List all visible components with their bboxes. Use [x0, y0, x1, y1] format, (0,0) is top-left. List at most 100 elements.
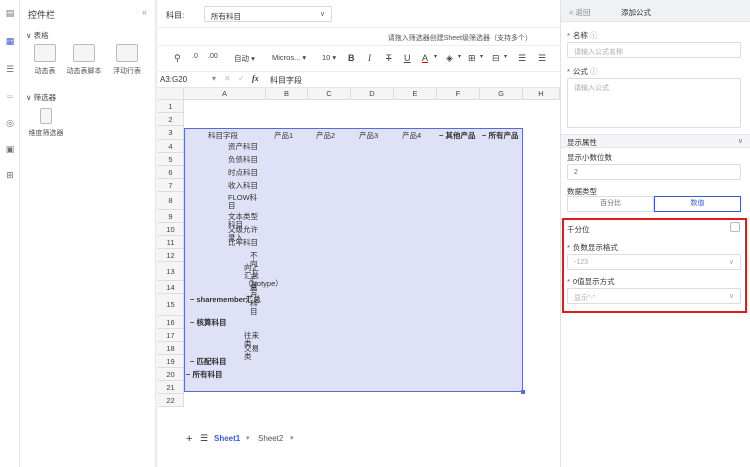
decimal-decrease-icon[interactable]: .00 — [208, 53, 218, 60]
add-sheet-button[interactable]: + — [186, 433, 192, 445]
chevron-down-icon[interactable]: ▾ — [434, 53, 437, 60]
font-family-select[interactable]: Micros... ▾ — [272, 53, 306, 62]
row-header[interactable]: 16 — [158, 316, 184, 329]
fill-handle[interactable] — [521, 390, 525, 394]
row-header[interactable]: 14 — [158, 281, 184, 294]
cell-e3[interactable]: 产品4 — [402, 130, 421, 141]
chevron-down-icon[interactable]: ▾ — [504, 53, 507, 60]
row-header[interactable]: 9 — [158, 210, 184, 223]
row-header[interactable]: 10 — [158, 223, 184, 236]
collapse-icon[interactable]: « — [142, 7, 147, 17]
code-icon[interactable]: ▭ — [5, 92, 15, 102]
tab-sheet1[interactable]: Sheet1 — [214, 434, 240, 443]
tree-icon[interactable]: ⊞ — [5, 170, 15, 180]
row-header[interactable]: 6 — [158, 166, 184, 179]
decimal-increase-icon[interactable]: .0 — [192, 53, 198, 60]
row-header[interactable]: 8 — [158, 192, 184, 210]
row-header[interactable]: 12 — [158, 249, 184, 262]
row-header[interactable]: 1 — [158, 100, 184, 113]
cell-a8[interactable]: FLOW科目 — [228, 194, 264, 210]
widget-dimension-filter[interactable]: 维度筛选器 — [26, 108, 66, 138]
grid-icon[interactable]: ▦ — [5, 36, 15, 46]
chevron-down-icon[interactable]: ▾ — [212, 74, 216, 83]
row-header[interactable]: 5 — [158, 153, 184, 166]
row-header[interactable]: 7 — [158, 179, 184, 192]
column-header[interactable]: C — [308, 88, 351, 100]
cell-a11[interactable]: 比率科目 — [228, 239, 258, 247]
column-header[interactable]: E — [394, 88, 437, 100]
cell-a4[interactable]: 资产科目 — [228, 143, 258, 151]
bold-button[interactable]: B — [348, 53, 355, 63]
widget-float-row[interactable]: 浮动行表 — [108, 44, 146, 76]
format-painter-icon[interactable]: ⚲ — [174, 53, 181, 64]
confirm-icon[interactable]: ✓ — [238, 74, 245, 83]
strike-button[interactable]: T — [386, 53, 392, 63]
chevron-down-icon[interactable]: ▾ — [458, 53, 461, 60]
chevron-down-icon[interactable]: ▾ — [246, 434, 250, 442]
column-header[interactable]: H — [523, 88, 560, 100]
borders-icon[interactable]: ⊞ — [468, 53, 476, 64]
chevron-down-icon[interactable]: ▾ — [290, 434, 294, 442]
settings-icon[interactable]: ◎ — [5, 118, 15, 128]
widget-dynamic-script[interactable]: 动态表脚本 — [64, 44, 104, 76]
formula-textarea[interactable]: 请输入公式 — [567, 78, 741, 128]
row-header[interactable]: 22 — [158, 394, 184, 407]
cell-a18[interactable]: 交易类 — [244, 345, 264, 361]
cell-a5[interactable]: 负债科目 — [228, 156, 258, 164]
cell-d3[interactable]: 产品3 — [359, 130, 378, 141]
table-icon[interactable]: ▤ — [5, 8, 15, 18]
merge-icon[interactable]: ⊟ — [492, 53, 500, 64]
cell-g3[interactable]: − 所有产品 — [482, 130, 518, 141]
decimals-input[interactable]: 2 — [567, 164, 741, 180]
fill-color-icon[interactable]: ◈ — [446, 53, 453, 64]
cell-c3[interactable]: 产品2 — [316, 130, 335, 141]
display-section-header[interactable]: 显示属性 ∨ — [561, 134, 750, 148]
tab-sheet2[interactable]: Sheet2 — [258, 434, 283, 443]
cell-a16[interactable]: − 核算科目 — [190, 319, 226, 327]
name-input[interactable]: 请输入公式名称 — [567, 42, 741, 58]
row-header[interactable]: 19 — [158, 355, 184, 368]
cell-f3[interactable]: − 其他产品 — [439, 130, 475, 141]
underline-button[interactable]: U — [404, 53, 411, 63]
cell-a7[interactable]: 收入科目 — [228, 182, 258, 190]
row-header[interactable]: 3 — [158, 126, 184, 140]
row-header[interactable]: 13 — [158, 262, 184, 281]
cancel-icon[interactable]: ✕ — [224, 74, 231, 83]
font-size-select[interactable]: 10 ▾ — [322, 53, 336, 62]
datatype-number-button[interactable]: 数值 — [654, 196, 741, 212]
row-header[interactable]: 17 — [158, 329, 184, 342]
align-icon[interactable]: ☰ — [518, 53, 526, 64]
cell-reference[interactable]: A3:G20 — [160, 75, 187, 84]
row-header[interactable]: 18 — [158, 342, 184, 355]
align-right-icon[interactable]: ☰ — [538, 53, 546, 64]
group-filter[interactable]: ∨ 筛选器 — [26, 92, 56, 103]
row-header[interactable]: 2 — [158, 113, 184, 126]
list-icon[interactable]: ☰ — [5, 64, 15, 74]
image-icon[interactable]: ▣ — [5, 144, 15, 154]
row-header[interactable]: 11 — [158, 236, 184, 249]
group-table[interactable]: ∨ 表格 — [26, 30, 49, 41]
column-header[interactable]: F — [437, 88, 480, 100]
cell-a3[interactable]: 科目字段 — [208, 130, 238, 141]
column-header[interactable]: G — [480, 88, 523, 100]
column-header[interactable]: B — [266, 88, 308, 100]
row-header[interactable]: 20 — [158, 368, 184, 381]
formula-input[interactable]: 科目字段 — [270, 75, 302, 86]
sheet-grid[interactable]: A B C D E F G H 1 2 3 4 5 6 7 8 9 10 11 12 13 14 15 16 1… — [158, 88, 560, 424]
sheet-menu-icon[interactable]: ☰ — [200, 433, 208, 444]
cell-a6[interactable]: 时点科目 — [228, 169, 258, 177]
cell-a20[interactable]: − 所有科目 — [186, 371, 222, 379]
font-color-button[interactable]: A — [422, 53, 428, 63]
row-header[interactable]: 4 — [158, 140, 184, 153]
subject-select[interactable]: 所有科目 ∨ — [204, 6, 332, 22]
row-header[interactable]: 15 — [158, 294, 184, 316]
widget-dynamic-table[interactable]: 动态表 — [30, 44, 60, 76]
back-button[interactable]: < 返回 — [569, 7, 590, 18]
number-format-select[interactable]: 自动 ▾ — [234, 53, 255, 64]
corner-cell[interactable] — [158, 88, 184, 100]
row-header[interactable]: 21 — [158, 381, 184, 394]
datatype-percent-button[interactable]: 百分比 — [567, 196, 654, 212]
cell-a15[interactable]: − sharemember汇总 — [190, 296, 261, 304]
column-header[interactable]: D — [351, 88, 394, 100]
italic-button[interactable]: I — [368, 53, 371, 63]
